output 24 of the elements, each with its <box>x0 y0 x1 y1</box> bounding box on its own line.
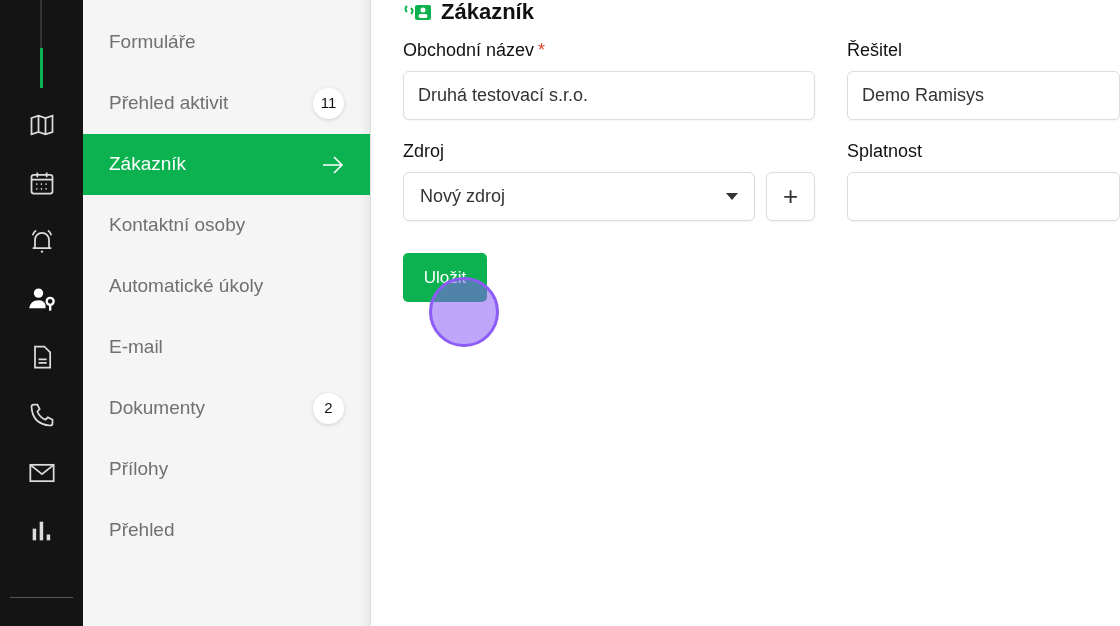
text-field[interactable]: Druhá testovací s.r.o. <box>403 71 815 120</box>
submenu-item[interactable]: Automatické úkoly <box>83 256 370 317</box>
count-badge: 11 <box>313 88 344 119</box>
submenu-item[interactable]: E-mail <box>83 317 370 378</box>
add-button[interactable]: + <box>766 172 815 221</box>
submenu-item[interactable]: Přehled aktivit 11 <box>83 73 370 134</box>
submenu-item[interactable]: Dokumenty 2 <box>83 378 370 439</box>
field-label: Obchodní název <box>403 38 535 62</box>
required-mark: * <box>538 38 546 62</box>
field-label: Zdroj <box>403 139 444 163</box>
text-field[interactable]: Demo Ramisys <box>847 71 1120 120</box>
dropdown-caret-icon <box>726 193 738 200</box>
text-field[interactable] <box>847 172 1120 221</box>
submenu-item[interactable]: Přehled <box>83 500 370 561</box>
count-badge: 2 <box>313 393 344 424</box>
field-label: Řešitel <box>847 38 903 62</box>
page-title: Zákazník <box>441 0 534 26</box>
submenu-item[interactable]: Zákazník <box>83 134 370 195</box>
field-label: Splatnost <box>847 139 923 163</box>
arrow-right-icon <box>322 155 344 174</box>
submenu-item[interactable]: Přílohy <box>83 439 370 500</box>
select-field[interactable]: Nový zdroj <box>403 172 755 221</box>
submenu-item[interactable]: Formuláře <box>83 12 370 73</box>
submenu-item[interactable]: Kontaktní osoby <box>83 195 370 256</box>
